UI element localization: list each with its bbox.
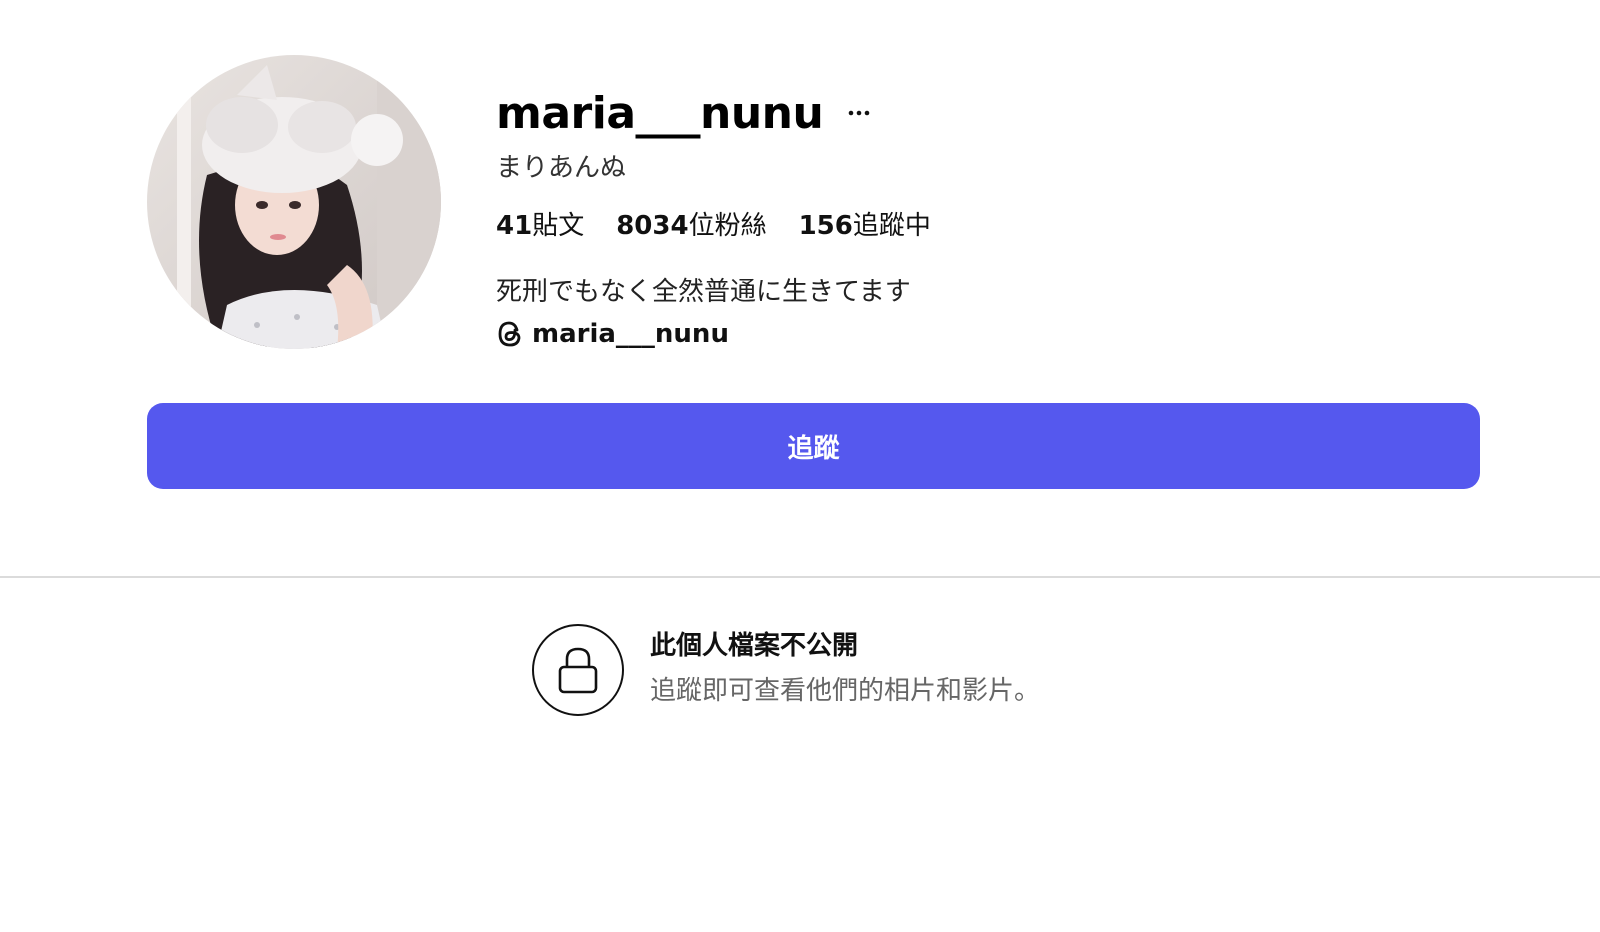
posts-count-value: 41 (496, 211, 533, 241)
private-text: 此個人檔案不公開 追蹤即可查看他們的相片和影片。 (650, 625, 1040, 715)
followers-count-value: 8034 (616, 211, 689, 241)
threads-icon (498, 321, 521, 347)
profile-info: maria___nunu まりあんぬ 41貼文 8034位粉絲 156追蹤中 死… (496, 82, 1196, 356)
threads-link[interactable]: maria___nunu (496, 312, 1196, 356)
following-count-label: 追蹤中 (852, 211, 931, 241)
lock-icon (558, 647, 598, 694)
section-divider (0, 576, 1600, 578)
username: maria___nunu (496, 87, 824, 139)
more-options-button[interactable] (845, 103, 873, 123)
display-name: まりあんぬ (496, 153, 627, 183)
profile-avatar[interactable] (147, 55, 441, 349)
follow-button[interactable]: 追蹤 (147, 403, 1480, 489)
following-count[interactable]: 156追蹤中 (799, 206, 931, 246)
private-subtitle: 追蹤即可查看他們的相片和影片。 (650, 676, 1041, 706)
followers-count[interactable]: 8034位粉絲 (616, 206, 766, 246)
private-account-notice: 此個人檔案不公開 追蹤即可查看他們的相片和影片。 (532, 624, 1040, 716)
threads-handle: maria___nunu (532, 319, 729, 349)
more-options-icon (849, 110, 870, 116)
following-count-value: 156 (798, 211, 853, 241)
profile-stats: 41貼文 8034位粉絲 156追蹤中 (496, 206, 1196, 246)
username-row: maria___nunu (496, 82, 1196, 144)
followers-count-label: 位粉絲 (688, 211, 767, 241)
posts-count-label: 貼文 (532, 211, 585, 241)
bio-text: 死刑でもなく全然普通に生きてます (496, 277, 911, 307)
lock-circle (532, 624, 624, 716)
private-title: 此個人檔案不公開 (650, 631, 859, 661)
posts-count: 41貼文 (496, 206, 584, 246)
profile-page: maria___nunu まりあんぬ 41貼文 8034位粉絲 156追蹤中 死… (0, 0, 1600, 932)
avatar-photo (147, 55, 441, 349)
